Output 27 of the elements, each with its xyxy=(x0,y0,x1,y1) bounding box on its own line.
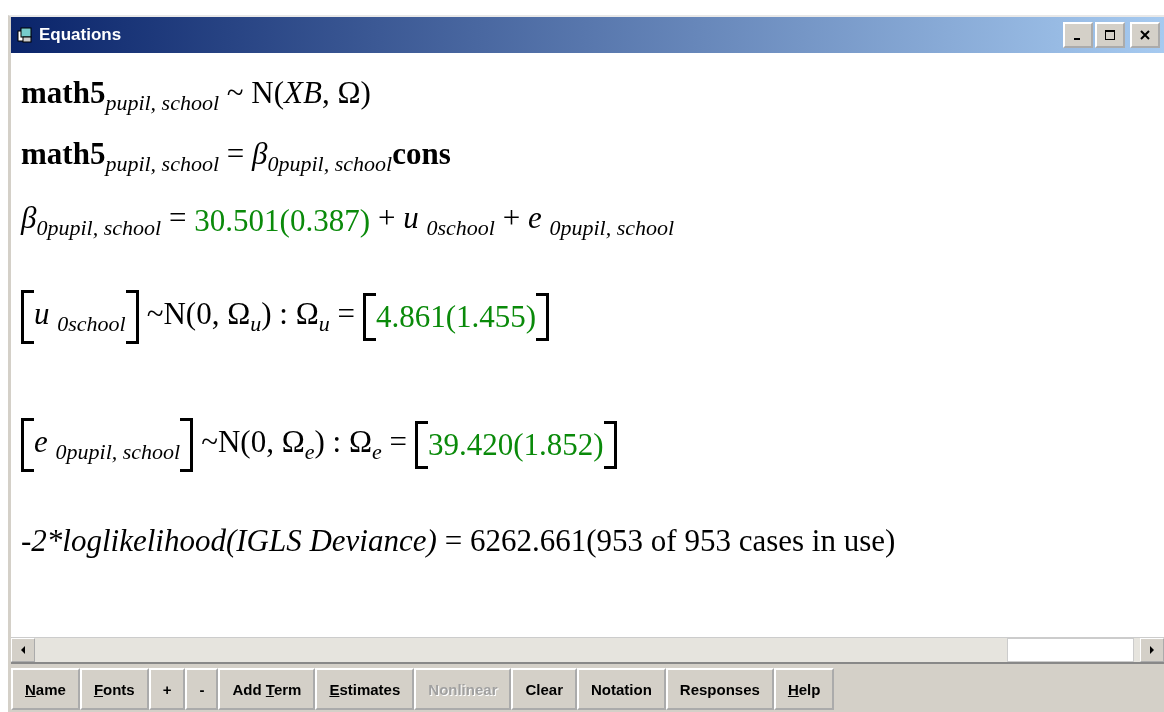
toolbar-button[interactable]: Add Term xyxy=(218,668,316,710)
close-icon xyxy=(1140,30,1150,40)
toolbar-button[interactable]: - xyxy=(185,668,219,710)
window-icon xyxy=(17,27,33,43)
right-arrow-icon[interactable] xyxy=(1148,645,1156,655)
equation: e $_{0pupil, school}$ ~N(0, Ω$_{e}$) : Ω$_{e}$ = 39.420(1.852) xyxy=(21,381,1164,509)
toolbar-button[interactable]: + xyxy=(148,668,186,710)
toolbar-button[interactable]: Estimates xyxy=(315,668,415,710)
equation: math5$_{pupil, school}$ ~ N(XB, Ω) xyxy=(21,74,372,118)
equation: u $_{0school}$ ~N(0, Ω$_{u}$) : Ω$_{u}$ = 4.861(1.455) xyxy=(21,253,1164,381)
window-title: Equations xyxy=(39,25,123,45)
maximize-button[interactable] xyxy=(1095,22,1125,48)
minimize-icon xyxy=(1074,38,1080,40)
toolbar-button[interactable]: Notation xyxy=(577,668,666,710)
equation: math5$_{pupil, school}$ = β$_{0pupil, school}$cons xyxy=(21,135,452,179)
scrollbar-thumb[interactable] xyxy=(1007,638,1134,662)
close-button[interactable] xyxy=(1130,22,1160,48)
toolbar-button[interactable]: Name xyxy=(11,668,80,710)
toolbar-button[interactable]: Help xyxy=(773,668,835,710)
equation: -2*loglikelihood(IGLS Deviance) = 6262.661(953 of 953 cases in use) xyxy=(21,522,897,560)
horizontal-scrollbar[interactable] xyxy=(11,637,1164,662)
left-arrow-icon[interactable] xyxy=(19,645,27,655)
toolbar-button[interactable]: Responses xyxy=(665,668,774,710)
toolbar-button[interactable]: Fonts xyxy=(79,668,149,710)
toolbar-button[interactable]: Clear xyxy=(511,668,577,710)
maximize-icon xyxy=(1105,30,1115,40)
equation: β$_{0pupil, school}$ = 30.501(0.387) + u $_{0school}$ + e $_{0pupil, school}$ xyxy=(21,199,676,243)
